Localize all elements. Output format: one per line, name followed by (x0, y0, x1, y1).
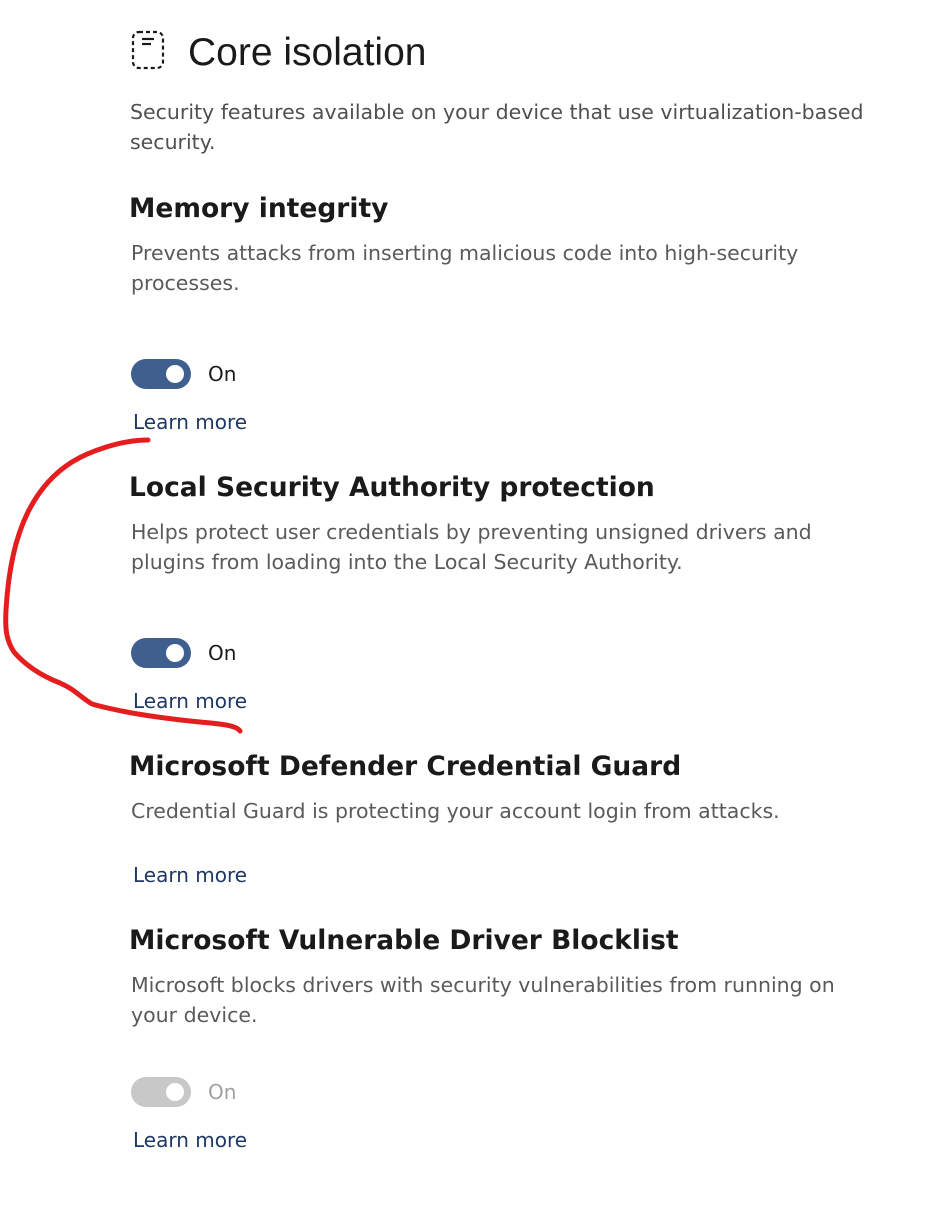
toggle-knob (166, 644, 184, 662)
memory-integrity-toggle[interactable] (131, 359, 191, 389)
toggle-state-label: On (208, 1080, 237, 1104)
learn-more-link[interactable]: Learn more (133, 1127, 247, 1153)
section-heading: Memory integrity (129, 193, 389, 224)
section-description: Credential Guard is protecting your acco… (131, 799, 780, 823)
section-description: Helps protect user credentials by preven… (131, 520, 812, 574)
toggle-knob (166, 1083, 184, 1101)
page-description: Security features available on your devi… (130, 100, 864, 154)
learn-more-link[interactable]: Learn more (133, 862, 247, 888)
section-heading: Microsoft Defender Credential Guard (129, 751, 682, 782)
learn-more-link[interactable]: Learn more (133, 409, 247, 435)
driver-blocklist-toggle[interactable] (131, 1077, 191, 1107)
core-isolation-chip-icon (131, 30, 165, 70)
toggle-row: On (131, 359, 236, 389)
toggle-row: On (131, 1077, 236, 1107)
section-description: Prevents attacks from inserting maliciou… (131, 241, 799, 295)
toggle-state-label: On (208, 362, 237, 386)
toggle-knob (166, 365, 184, 383)
lsa-protection-toggle[interactable] (131, 638, 191, 668)
page-title: Core isolation (188, 31, 427, 74)
section-heading: Local Security Authority protection (129, 472, 655, 503)
section-heading: Microsoft Vulnerable Driver Blocklist (129, 925, 679, 956)
learn-more-link[interactable]: Learn more (133, 688, 247, 714)
section-description: Microsoft blocks drivers with security v… (131, 973, 835, 1027)
toggle-row: On (131, 638, 236, 668)
toggle-state-label: On (208, 641, 237, 665)
